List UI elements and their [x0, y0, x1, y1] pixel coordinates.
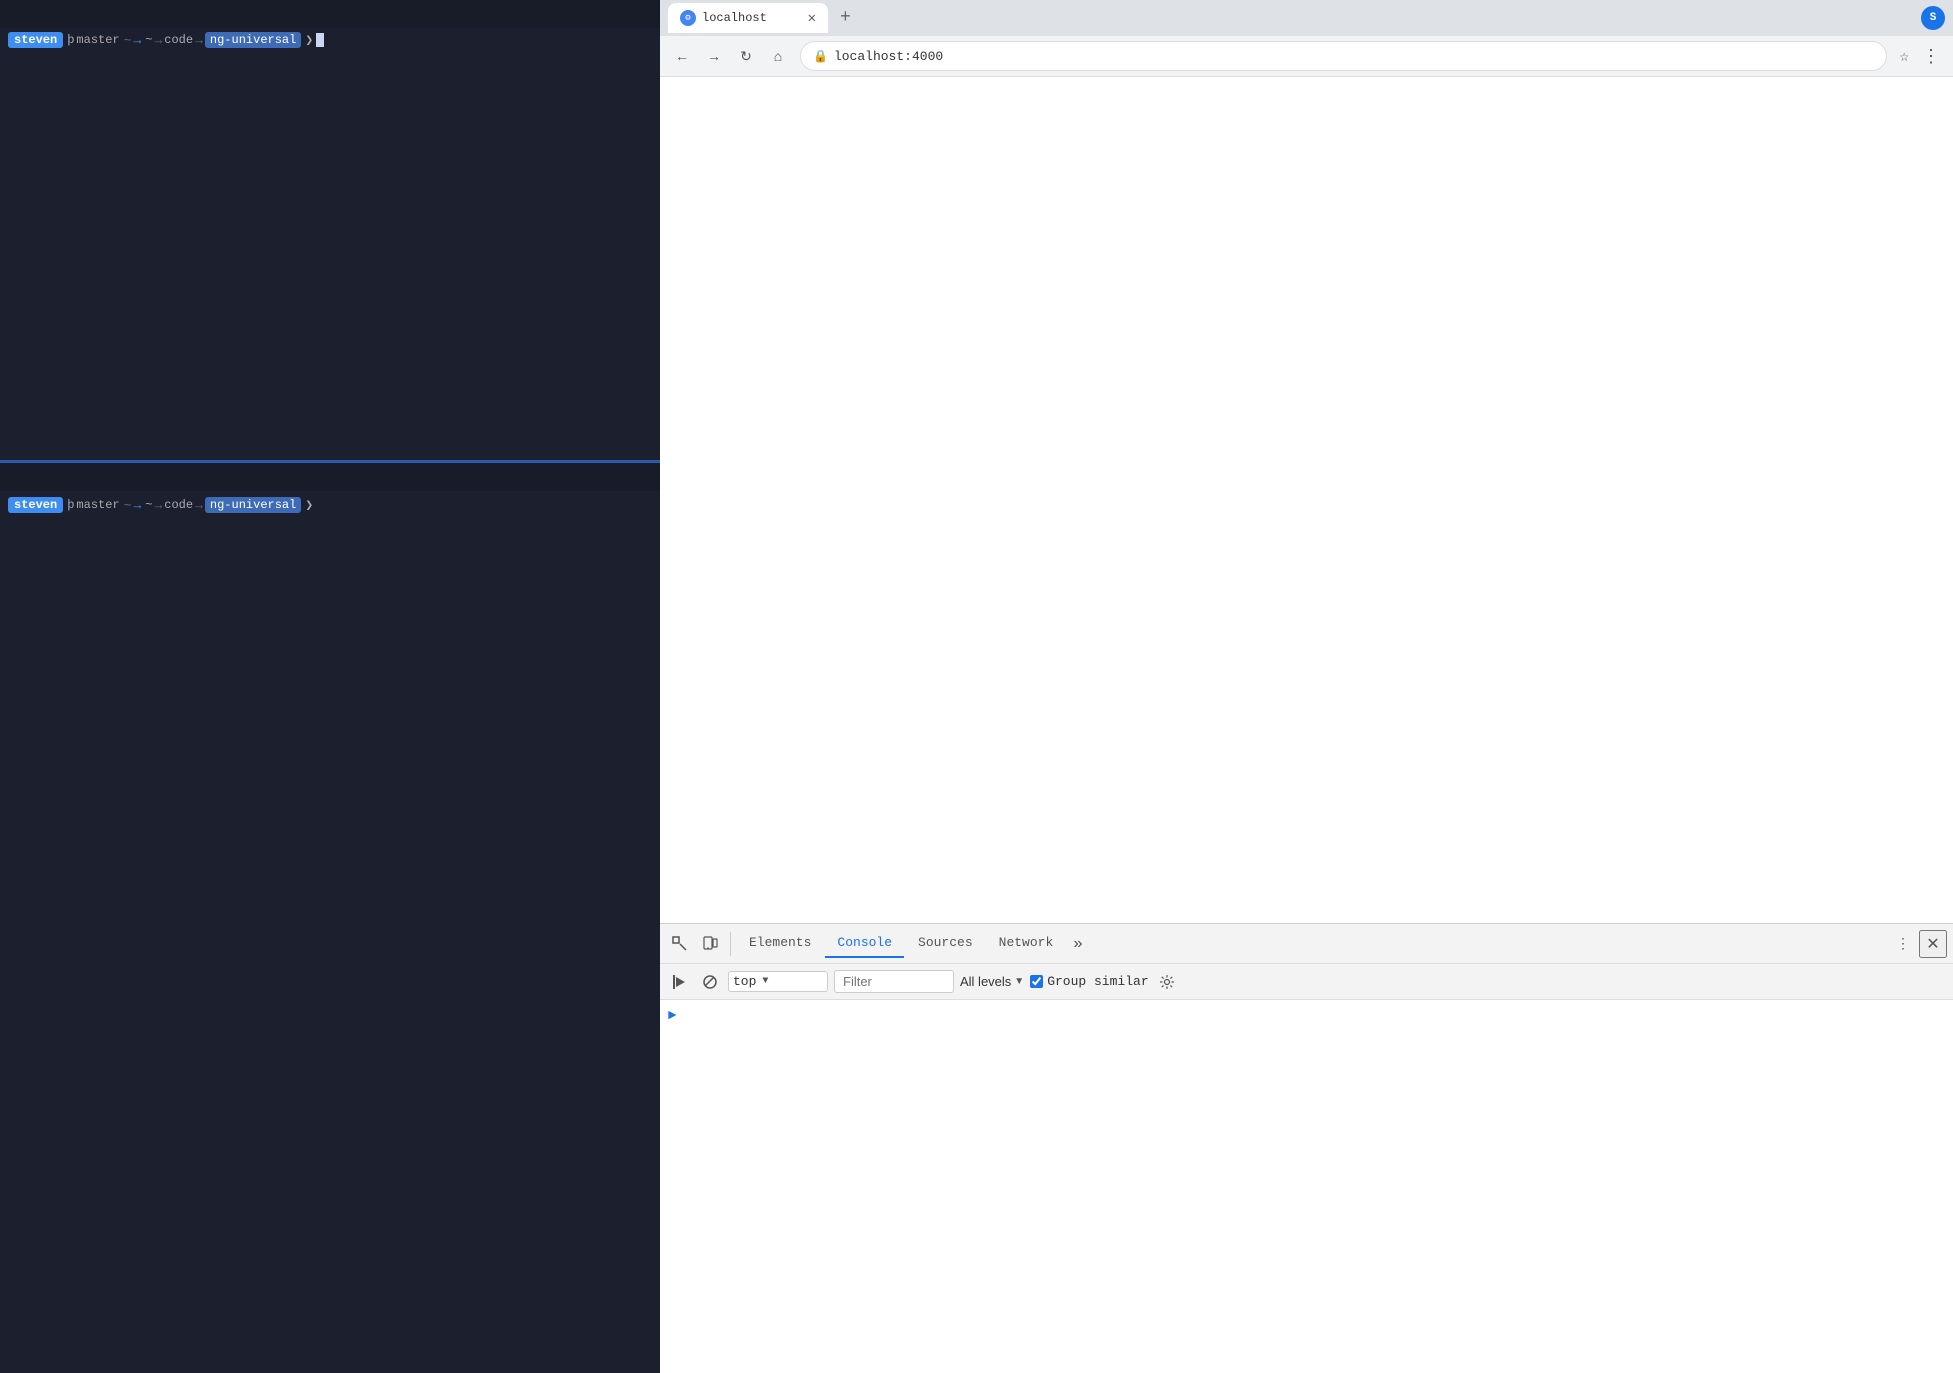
prompt-sep3-top: →: [195, 33, 203, 48]
devtools-panel: Elements Console Sources Network » ⋮ ✕: [660, 923, 1953, 1373]
prompt-sep1-top: ~: [124, 33, 132, 48]
console-context-selector[interactable]: top ▼: [728, 971, 828, 992]
prompt-branch-bottom: master: [76, 498, 119, 512]
address-bar[interactable]: 🔒 localhost:4000: [800, 41, 1887, 71]
terminal-top-tab-bar: [0, 0, 660, 28]
console-block-button[interactable]: [698, 970, 722, 994]
console-context-value: top: [733, 974, 756, 989]
prompt-branch-icon-bottom: ϸ: [67, 498, 74, 512]
prompt-path2-top: code: [164, 33, 193, 47]
console-filter-input[interactable]: [834, 970, 954, 993]
prompt-sep2-bottom: →: [154, 498, 162, 513]
browser-controls: ← → ↻ ⌂ 🔒 localhost:4000 ☆ ⋮: [660, 36, 1953, 76]
console-group-similar: Group similar: [1030, 974, 1148, 989]
browser-viewport: [660, 77, 1953, 923]
terminal-bottom-prompt[interactable]: steven ϸ master ~ → ~ → code → ng-univer…: [0, 491, 660, 519]
devtools-close-button[interactable]: ✕: [1919, 930, 1947, 958]
devtools-toolbar: Elements Console Sources Network » ⋮ ✕: [660, 924, 1953, 964]
prompt-dir-top: ng-universal: [205, 32, 301, 48]
browser-tab-bar: ⚙ localhost ✕ + S: [660, 0, 1953, 36]
prompt-branch-top: master: [76, 33, 119, 47]
prompt-path1-bottom: ~: [145, 498, 152, 512]
console-levels-arrow-icon: ▼: [1014, 976, 1024, 987]
prompt-char-top: ❯: [305, 33, 313, 48]
reload-button[interactable]: ↻: [732, 42, 760, 70]
devtools-inspect-button[interactable]: [666, 930, 694, 958]
browser-chrome: ⚙ localhost ✕ + S ← → ↻ ⌂ 🔒 localhost:40…: [660, 0, 1953, 77]
devtools-divider-1: [730, 932, 731, 956]
prompt-user-top: steven: [8, 32, 63, 48]
address-text: localhost:4000: [834, 49, 1874, 64]
console-content: ►: [660, 1000, 1953, 1373]
chrome-user-avatar[interactable]: S: [1921, 6, 1945, 30]
back-button[interactable]: ←: [668, 42, 696, 70]
tab-title: localhost: [702, 11, 802, 25]
new-tab-button[interactable]: +: [834, 6, 857, 30]
group-similar-label: Group similar: [1047, 974, 1148, 989]
prompt-branch-icon-top: ϸ: [67, 33, 74, 47]
devtools-more-tabs-button[interactable]: »: [1067, 931, 1089, 957]
terminal-bottom-tab-bar: [0, 463, 660, 491]
prompt-arrow1-top: →: [133, 33, 141, 48]
prompt-path2-bottom: code: [164, 498, 193, 512]
terminal-cursor-top: [316, 33, 324, 47]
console-chevron-icon[interactable]: ►: [668, 1008, 676, 1024]
browser-settings-button[interactable]: ⋮: [1917, 42, 1945, 70]
devtools-more-options-button[interactable]: ⋮: [1889, 930, 1917, 958]
terminal-bottom: steven ϸ master ~ → ~ → code → ng-univer…: [0, 463, 660, 1373]
console-levels-button[interactable]: All levels ▼: [960, 974, 1024, 989]
browser-tab-localhost[interactable]: ⚙ localhost ✕: [668, 3, 828, 33]
tab-close-button[interactable]: ✕: [808, 10, 816, 27]
home-button[interactable]: ⌂: [764, 42, 792, 70]
tab-sources[interactable]: Sources: [906, 929, 985, 958]
console-context-arrow: ▼: [762, 976, 768, 987]
favicon-letter: ⚙: [685, 13, 690, 23]
prompt-user-bottom: steven: [8, 497, 63, 513]
group-similar-checkbox[interactable]: [1030, 975, 1043, 988]
prompt-sep2-top: →: [154, 33, 162, 48]
lock-icon: 🔒: [813, 49, 828, 64]
browser-panel: ⚙ localhost ✕ + S ← → ↻ ⌂ 🔒 localhost:40…: [660, 0, 1953, 1373]
prompt-sep3-bottom: →: [195, 498, 203, 513]
devtools-right-buttons: ⋮ ✕: [1889, 930, 1947, 958]
console-settings-button[interactable]: [1155, 970, 1179, 994]
tab-elements[interactable]: Elements: [737, 929, 823, 958]
tab-console[interactable]: Console: [825, 929, 904, 958]
terminal-top-prompt[interactable]: steven ϸ master ~ → ~ → code → ng-univer…: [0, 28, 660, 52]
prompt-sep1-bottom: ~: [124, 498, 132, 513]
prompt-arrow1-bottom: →: [133, 498, 141, 513]
terminal-top: steven ϸ master ~ → ~ → code → ng-univer…: [0, 0, 660, 460]
tab-network[interactable]: Network: [987, 929, 1066, 958]
devtools-device-button[interactable]: [696, 930, 724, 958]
prompt-dir-bottom: ng-universal: [205, 497, 301, 513]
forward-button[interactable]: →: [700, 42, 728, 70]
terminal-panel: steven ϸ master ~ → ~ → code → ng-univer…: [0, 0, 660, 1373]
tab-favicon: ⚙: [680, 10, 696, 26]
console-toolbar: top ▼ All levels ▼ Group similar: [660, 964, 1953, 1000]
console-play-button[interactable]: [668, 970, 692, 994]
bookmark-star-icon[interactable]: ☆: [1895, 42, 1913, 70]
prompt-path1-top: ~: [145, 33, 152, 47]
console-levels-label: All levels: [960, 974, 1011, 989]
prompt-char-bottom: ❯: [305, 498, 313, 513]
